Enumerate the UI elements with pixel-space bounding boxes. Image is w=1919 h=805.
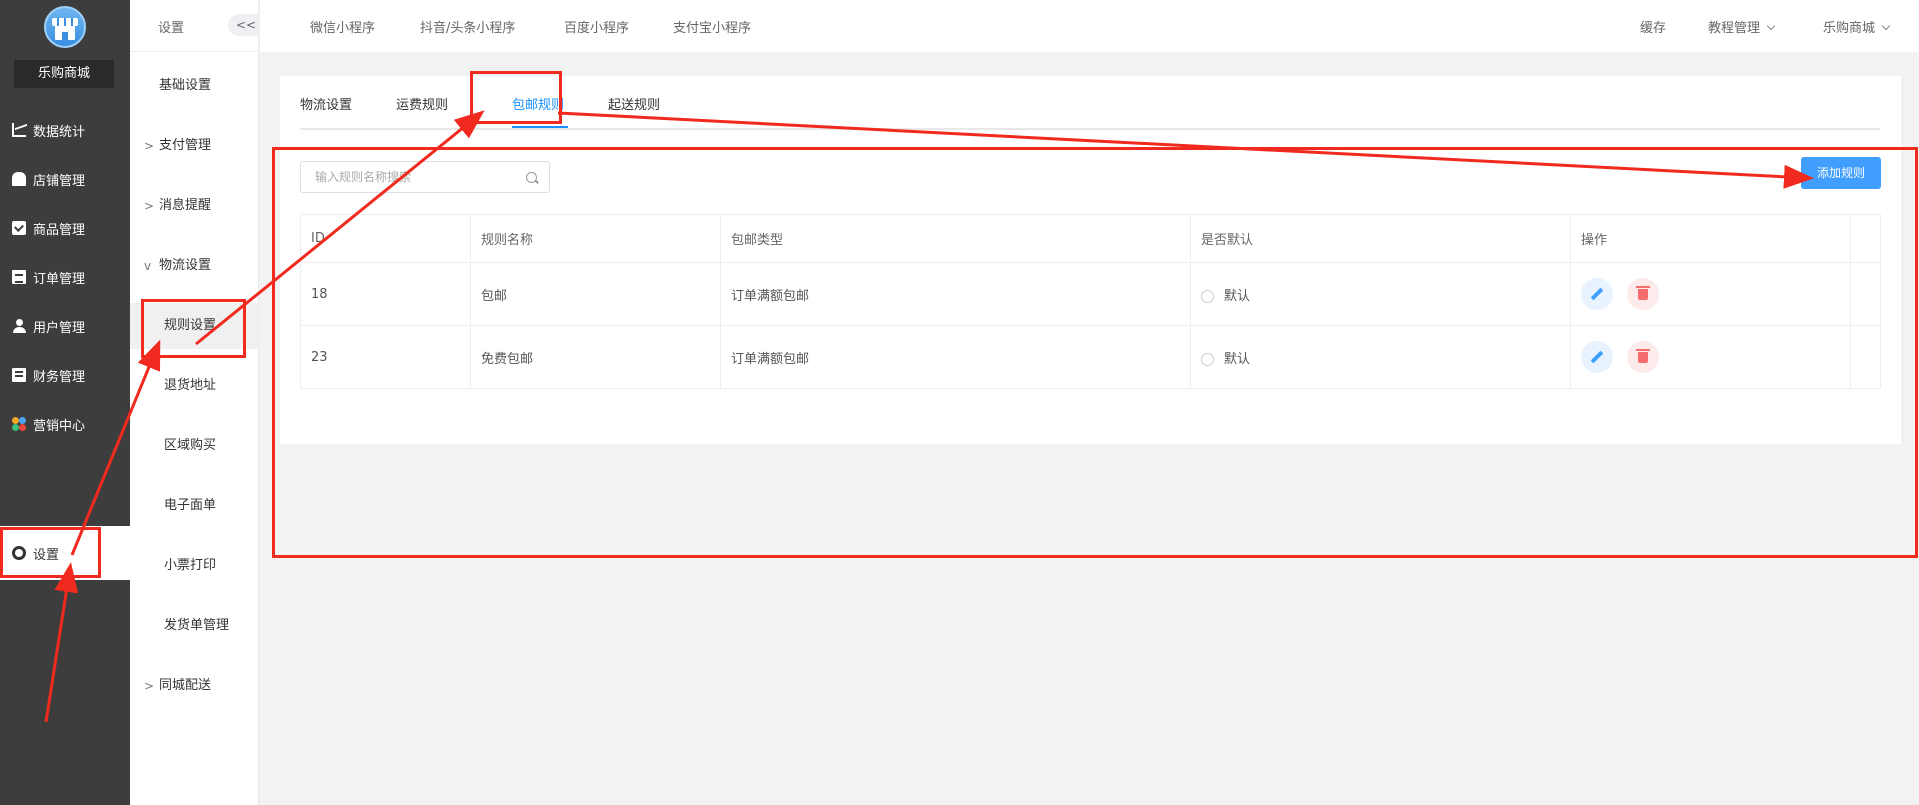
arrow-to-settings <box>44 562 79 723</box>
annotation-arrows <box>44 110 1814 723</box>
arrow-to-tab <box>195 110 485 346</box>
arrow-to-add-button <box>557 111 1814 189</box>
arrow-to-rules <box>70 339 161 556</box>
